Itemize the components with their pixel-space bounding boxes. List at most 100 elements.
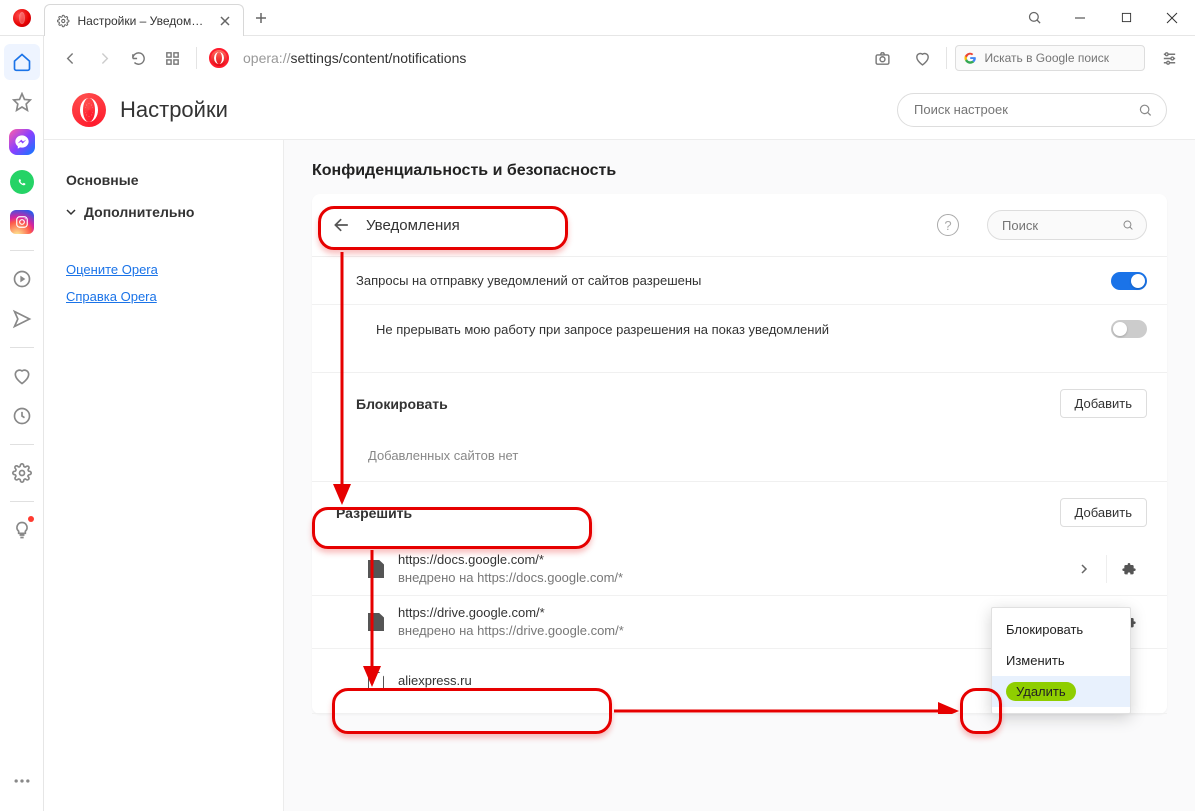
notifications-header-row: Уведомления ? — [312, 194, 1167, 257]
camera-icon — [874, 50, 891, 67]
menu-delete[interactable]: Удалить — [992, 676, 1130, 707]
sliders-icon — [1161, 50, 1178, 67]
rate-opera-link[interactable]: Оцените Opera — [66, 256, 261, 283]
sidebar-play[interactable] — [4, 261, 40, 297]
notifications-search-box[interactable] — [987, 210, 1147, 240]
divider — [10, 444, 34, 445]
chevron-left-icon — [62, 50, 79, 67]
ask-toggle[interactable] — [1111, 272, 1147, 290]
label: Блокировать — [356, 396, 448, 412]
block-empty-text: Добавленных сайтов нет — [312, 434, 1167, 481]
quiet-toggle[interactable] — [1111, 320, 1147, 338]
sidebar-messenger[interactable] — [4, 124, 40, 160]
window-maximize-button[interactable] — [1103, 0, 1149, 36]
settings-nav-basic[interactable]: Основные — [66, 164, 261, 196]
reload-icon — [130, 50, 147, 67]
arrow-left-icon — [332, 215, 352, 235]
site-url: https://docs.google.com/* — [398, 551, 623, 569]
clock-icon — [12, 406, 32, 426]
site-context-menu: Блокировать Изменить Удалить — [991, 607, 1131, 714]
tab-close-button[interactable] — [217, 12, 233, 30]
sidebar-whatsapp[interactable] — [4, 164, 40, 200]
window-titlebar: Настройки – Уведомления — [0, 0, 1195, 36]
expand-button[interactable] — [1066, 551, 1102, 587]
nav-forward-button[interactable] — [88, 42, 120, 74]
file-icon — [368, 560, 384, 578]
chevron-right-icon — [96, 50, 113, 67]
plus-icon — [255, 12, 267, 24]
tab-settings[interactable]: Настройки – Уведомления — [44, 4, 244, 36]
sidebar-heart[interactable] — [4, 358, 40, 394]
toolbar-bookmark-button[interactable] — [906, 42, 938, 74]
sidebar-history[interactable] — [4, 398, 40, 434]
label: Дополнительно — [84, 204, 194, 220]
quiet-mode-row: Не прерывать мою работу при запросе разр… — [312, 305, 1167, 353]
site-identity-opera-icon[interactable] — [209, 48, 229, 68]
section-heading: Конфиденциальность и безопасность — [312, 162, 1167, 180]
window-minimize-button[interactable] — [1057, 0, 1103, 36]
titlebar-search-button[interactable] — [1011, 0, 1057, 36]
chevron-down-icon — [66, 207, 76, 217]
site-embedded: внедрено на https://drive.google.com/* — [398, 622, 624, 640]
new-tab-button[interactable] — [252, 9, 270, 27]
google-icon — [964, 51, 976, 65]
allow-section-header: Разрешить Добавить — [312, 482, 1167, 543]
browser-sidebar — [0, 36, 44, 811]
play-circle-icon — [12, 269, 32, 289]
sidebar-home[interactable] — [4, 44, 40, 80]
window-close-button[interactable] — [1149, 0, 1195, 36]
settings-search-box[interactable] — [897, 93, 1167, 127]
divider — [946, 47, 947, 69]
menu-block[interactable]: Блокировать — [992, 614, 1130, 645]
help-button[interactable]: ? — [937, 214, 959, 236]
url-path: settings/content/notifications — [290, 50, 466, 66]
nav-reload-button[interactable] — [122, 42, 154, 74]
search-icon — [1027, 10, 1042, 25]
heart-icon — [914, 50, 931, 67]
settings-nav-advanced[interactable]: Дополнительно — [66, 196, 261, 228]
url-scheme: opera:// — [243, 50, 290, 66]
block-section-header: Блокировать Добавить — [312, 373, 1167, 434]
opera-menu-button[interactable] — [0, 0, 44, 35]
address-bar[interactable]: opera://settings/content/notifications — [243, 50, 466, 66]
label: Запросы на отправку уведомлений от сайто… — [356, 273, 701, 288]
sidebar-settings[interactable] — [4, 455, 40, 491]
opera-logo-icon — [13, 9, 31, 27]
search-icon — [1138, 102, 1152, 118]
help-opera-link[interactable]: Справка Opera — [66, 283, 261, 310]
google-search-input[interactable] — [982, 50, 1136, 66]
site-url: https://drive.google.com/* — [398, 604, 624, 622]
close-icon — [220, 16, 230, 26]
opera-logo-icon — [72, 93, 106, 127]
sidebar-send[interactable] — [4, 301, 40, 337]
send-icon — [12, 309, 32, 329]
notifications-search-input[interactable] — [1000, 217, 1114, 234]
heart-icon — [12, 366, 32, 386]
toolbar-camera-button[interactable] — [866, 42, 898, 74]
settings-content: Конфиденциальность и безопасность Уведом… — [284, 140, 1195, 811]
allow-add-button[interactable]: Добавить — [1060, 498, 1147, 527]
sidebar-more[interactable] — [4, 763, 40, 799]
sidebar-bookmarks[interactable] — [4, 84, 40, 120]
back-button[interactable] — [332, 215, 352, 235]
minimize-icon — [1074, 12, 1086, 24]
site-embedded: внедрено на https://docs.google.com/* — [398, 569, 623, 587]
site-url: aliexpress.ru — [398, 672, 472, 690]
divider — [196, 47, 197, 69]
nav-apps-button[interactable] — [156, 42, 188, 74]
home-icon — [12, 52, 32, 72]
menu-edit[interactable]: Изменить — [992, 645, 1130, 676]
extension-button[interactable] — [1111, 551, 1147, 587]
notifications-card: Уведомления ? Запросы на отправку уведом… — [312, 194, 1167, 714]
block-add-button[interactable]: Добавить — [1060, 389, 1147, 418]
toolbar-menu-button[interactable] — [1153, 42, 1185, 74]
file-icon — [368, 672, 384, 690]
sidebar-lightbulb[interactable] — [4, 512, 40, 548]
puzzle-icon — [1121, 561, 1137, 577]
nav-back-button[interactable] — [54, 42, 86, 74]
google-search-box[interactable] — [955, 45, 1145, 71]
label: Основные — [66, 172, 139, 188]
sidebar-instagram[interactable] — [4, 204, 40, 240]
settings-navigation: Основные Дополнительно Оцените Opera Спр… — [44, 140, 284, 811]
settings-search-input[interactable] — [912, 101, 1130, 118]
